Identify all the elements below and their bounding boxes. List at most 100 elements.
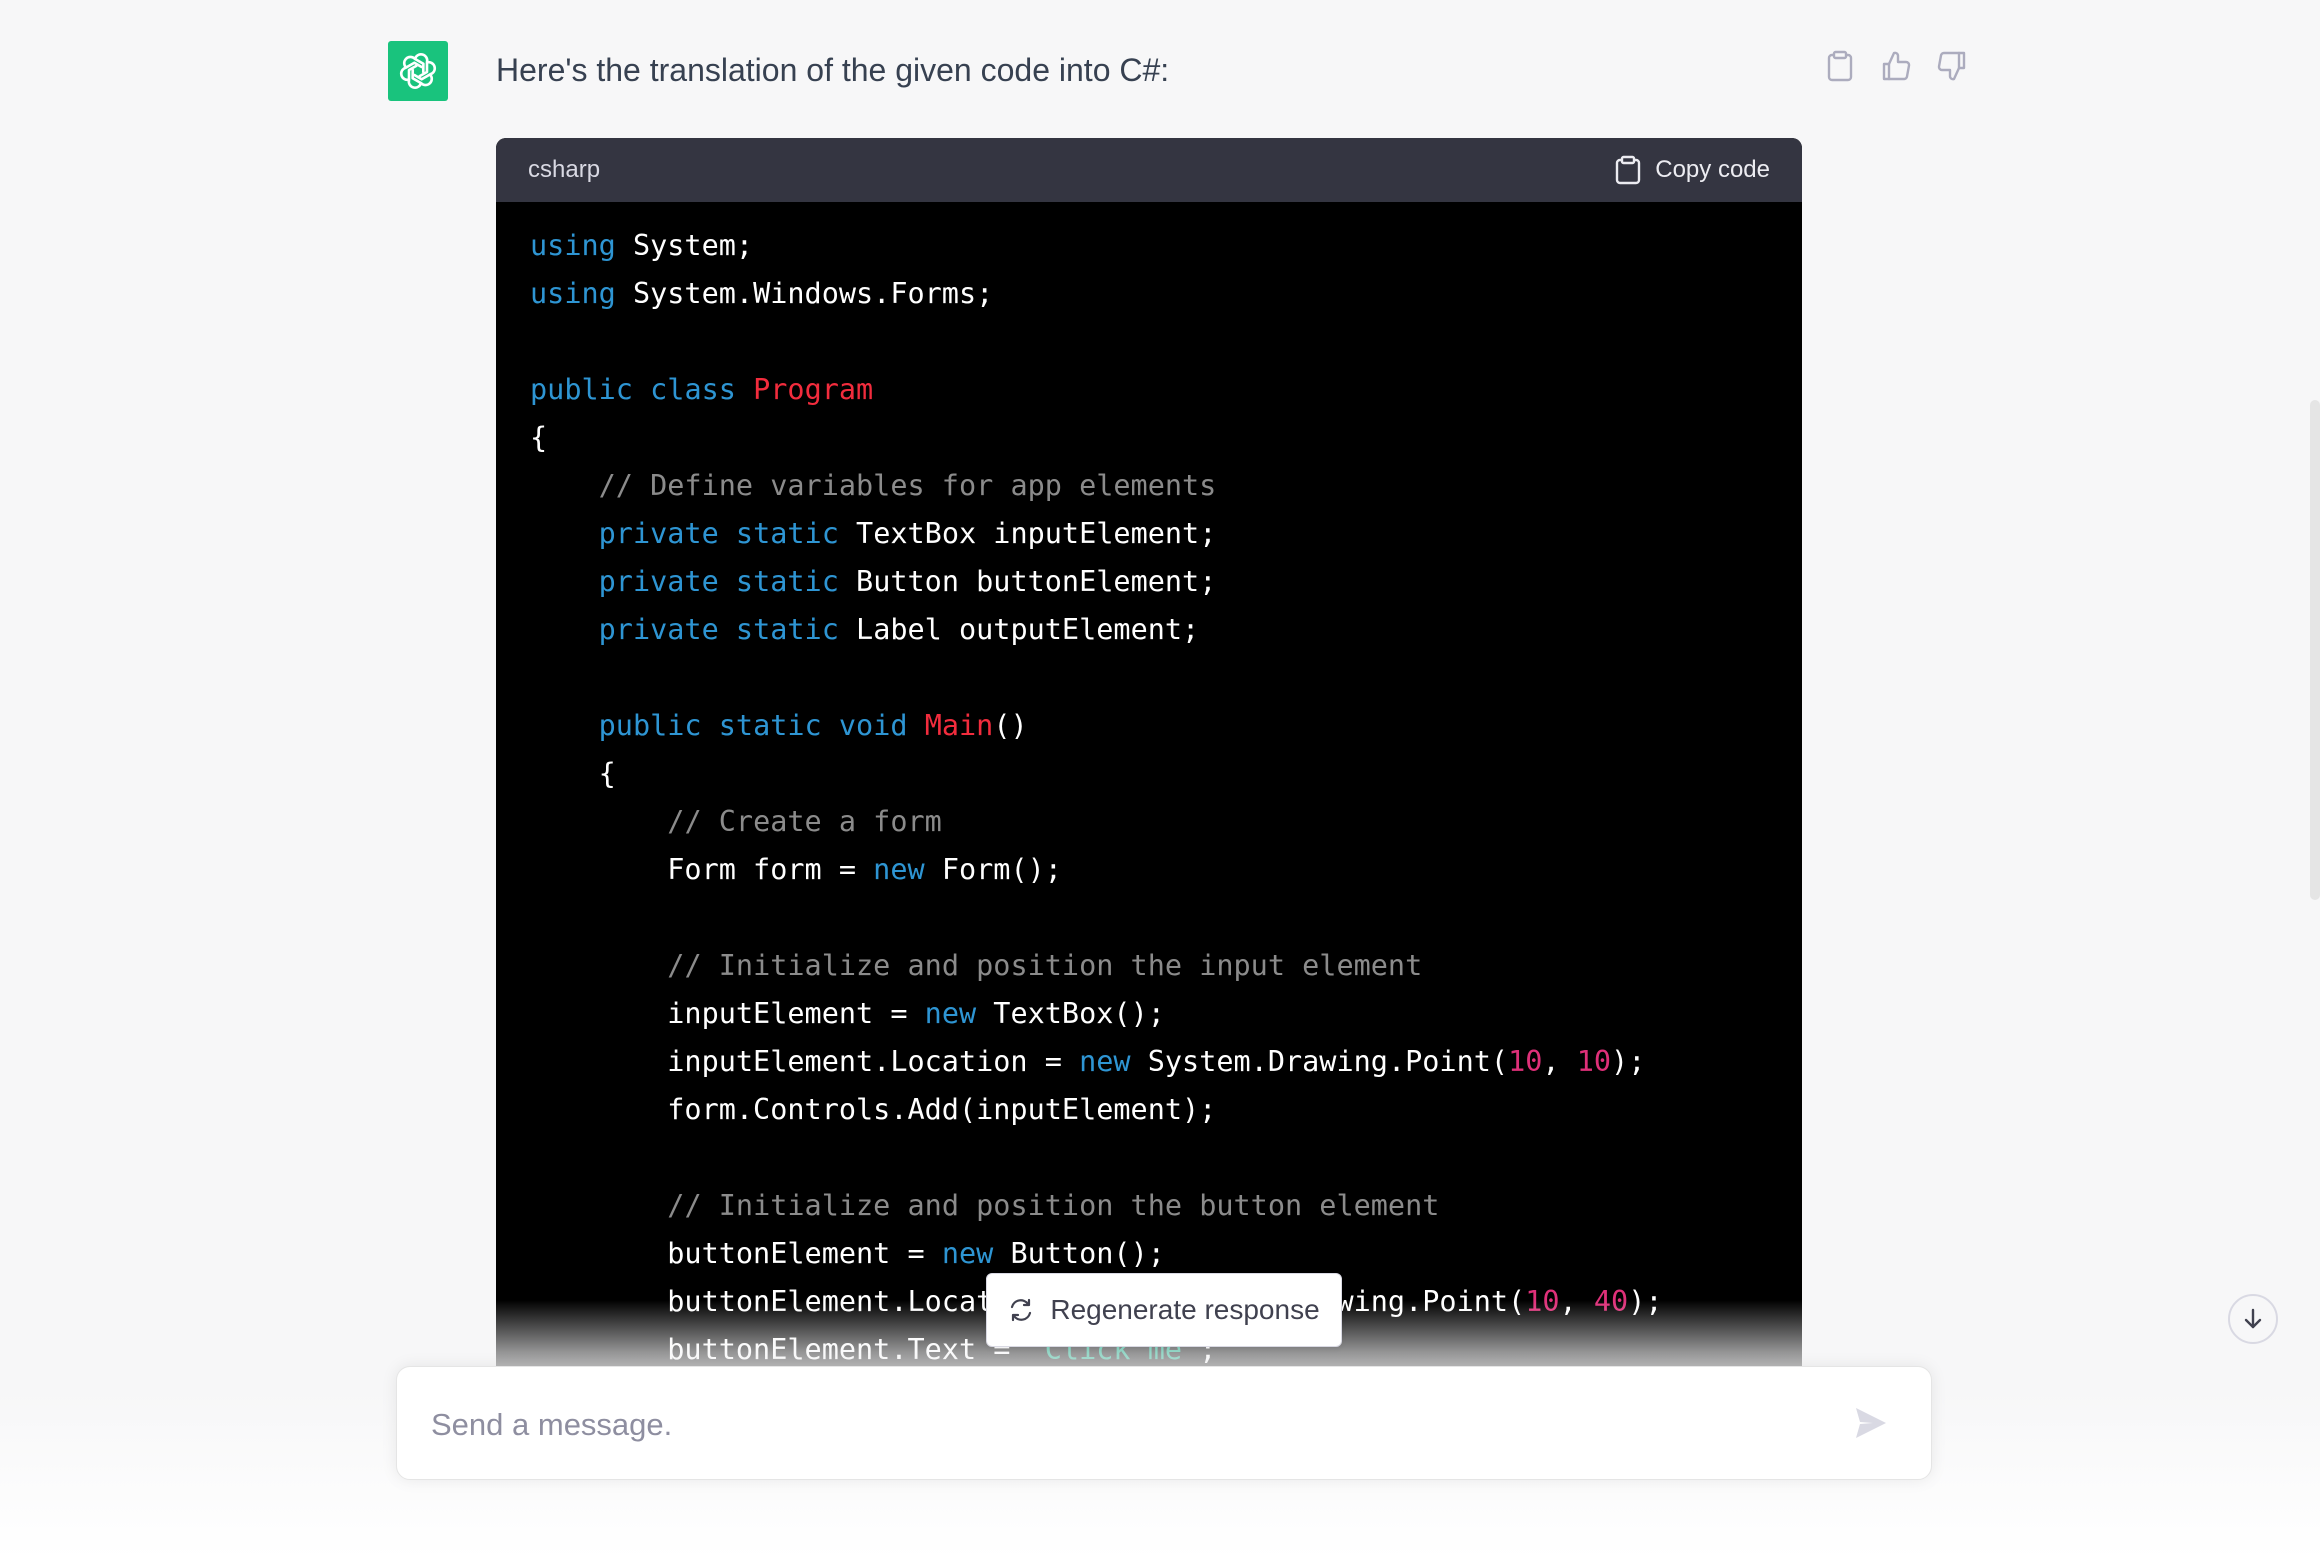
code-token: { bbox=[530, 757, 616, 790]
code-token: Label outputElement; bbox=[838, 613, 1200, 646]
arrow-down-icon bbox=[2244, 1308, 2262, 1329]
code-line: public static void Main() bbox=[530, 702, 1768, 750]
code-language-label: csharp bbox=[528, 156, 601, 183]
code-token: 10 bbox=[1576, 1045, 1612, 1078]
code-token: // Initialize and position the button el… bbox=[667, 1189, 1440, 1222]
code-line: form.Controls.Add(inputElement); bbox=[530, 1086, 1768, 1134]
code-token: 10 bbox=[1508, 1045, 1543, 1078]
code-token: () bbox=[993, 709, 1028, 742]
clipboard-icon bbox=[1616, 155, 1641, 185]
code-token: buttonElement = bbox=[530, 1237, 942, 1270]
code-line: Form form = new Form(); bbox=[530, 846, 1768, 894]
message-composer bbox=[396, 1366, 1932, 1480]
assistant-message-text: Here's the translation of the given code… bbox=[496, 52, 1170, 88]
code-line: buttonElement = new Button(); bbox=[530, 1230, 1768, 1278]
copy-code-button[interactable]: Copy code bbox=[1615, 155, 1770, 185]
code-line: inputElement = new TextBox(); bbox=[530, 990, 1768, 1038]
send-button[interactable] bbox=[1853, 1405, 1893, 1445]
code-line: // Create a form bbox=[530, 798, 1768, 846]
code-token: // Create a form bbox=[667, 805, 942, 838]
code-token: TextBox inputElement; bbox=[838, 517, 1217, 550]
code-token: using bbox=[530, 277, 616, 310]
copy-code-label: Copy code bbox=[1655, 156, 1770, 183]
code-line: // Initialize and position the input ele… bbox=[530, 942, 1768, 990]
code-block: csharp Copy code using System; using Syst… bbox=[496, 138, 1802, 1368]
code-token: static bbox=[718, 709, 822, 742]
code-token: TextBox(); bbox=[976, 997, 1165, 1030]
code-line: { bbox=[530, 414, 1768, 462]
code-token: System.Drawing.Point( bbox=[1130, 1045, 1509, 1078]
thumbs-up-icon bbox=[1882, 51, 1911, 81]
regenerate-response-button[interactable]: Regenerate response bbox=[986, 1273, 1342, 1347]
code-token: ); bbox=[1611, 1045, 1646, 1078]
copy-message-button[interactable] bbox=[1822, 48, 1858, 84]
code-token: static bbox=[735, 517, 839, 550]
code-line: // Initialize and position the button el… bbox=[530, 1182, 1768, 1230]
code-token: public bbox=[598, 709, 702, 742]
code-token: static bbox=[735, 613, 839, 646]
code-token: void bbox=[838, 709, 908, 742]
thumbs-up-button[interactable] bbox=[1878, 48, 1914, 84]
code-token: System; bbox=[615, 229, 754, 262]
code-token: private bbox=[598, 613, 719, 646]
code-line: using System.Windows.Forms; bbox=[530, 270, 1768, 318]
code-token: public bbox=[530, 373, 633, 406]
message-input[interactable] bbox=[429, 1399, 1813, 1451]
send-icon bbox=[1856, 1408, 1886, 1438]
openai-logo-icon bbox=[399, 53, 437, 89]
code-line: private static Button buttonElement; bbox=[530, 558, 1768, 606]
code-token: new bbox=[1079, 1045, 1131, 1078]
code-token: // Initialize and position the input ele… bbox=[667, 949, 1423, 982]
code-token: static bbox=[735, 565, 839, 598]
code-token: private bbox=[598, 565, 719, 598]
regenerate-response-label: Regenerate response bbox=[1050, 1294, 1320, 1325]
clipboard-icon bbox=[1827, 50, 1853, 82]
code-line: private static Label outputElement; bbox=[530, 606, 1768, 654]
code-token: Program bbox=[753, 373, 874, 406]
page-scrollbar[interactable] bbox=[2310, 400, 2320, 900]
code-token: Button buttonElement; bbox=[838, 565, 1217, 598]
code-content: using System; using System.Windows.Forms;… bbox=[496, 202, 1802, 1368]
code-token: inputElement = bbox=[530, 997, 925, 1030]
scroll-to-bottom-button[interactable] bbox=[2228, 1294, 2278, 1344]
code-token: Form(); bbox=[924, 853, 1062, 886]
code-token: new bbox=[941, 1237, 994, 1270]
code-token: // Define variables for app elements bbox=[598, 469, 1217, 502]
message-actions bbox=[1822, 48, 1970, 84]
code-line: private static TextBox inputElement; bbox=[530, 510, 1768, 558]
code-line: public class Program bbox=[530, 366, 1768, 414]
code-token: inputElement.Location = bbox=[530, 1045, 1080, 1078]
code-line: { bbox=[530, 750, 1768, 798]
thumbs-down-icon bbox=[1937, 51, 1966, 81]
code-token: new bbox=[924, 997, 977, 1030]
code-token: private bbox=[598, 517, 719, 550]
assistant-avatar bbox=[388, 41, 448, 101]
code-token: , bbox=[1542, 1045, 1577, 1078]
thumbs-down-button[interactable] bbox=[1934, 48, 1970, 84]
code-token: using bbox=[530, 229, 616, 262]
code-line: inputElement.Location = new System.Drawi… bbox=[530, 1038, 1768, 1086]
code-token: { bbox=[530, 421, 548, 454]
code-token: Button(); bbox=[993, 1237, 1165, 1270]
refresh-icon bbox=[1011, 1298, 1032, 1322]
code-token: System.Windows.Forms; bbox=[615, 277, 994, 310]
